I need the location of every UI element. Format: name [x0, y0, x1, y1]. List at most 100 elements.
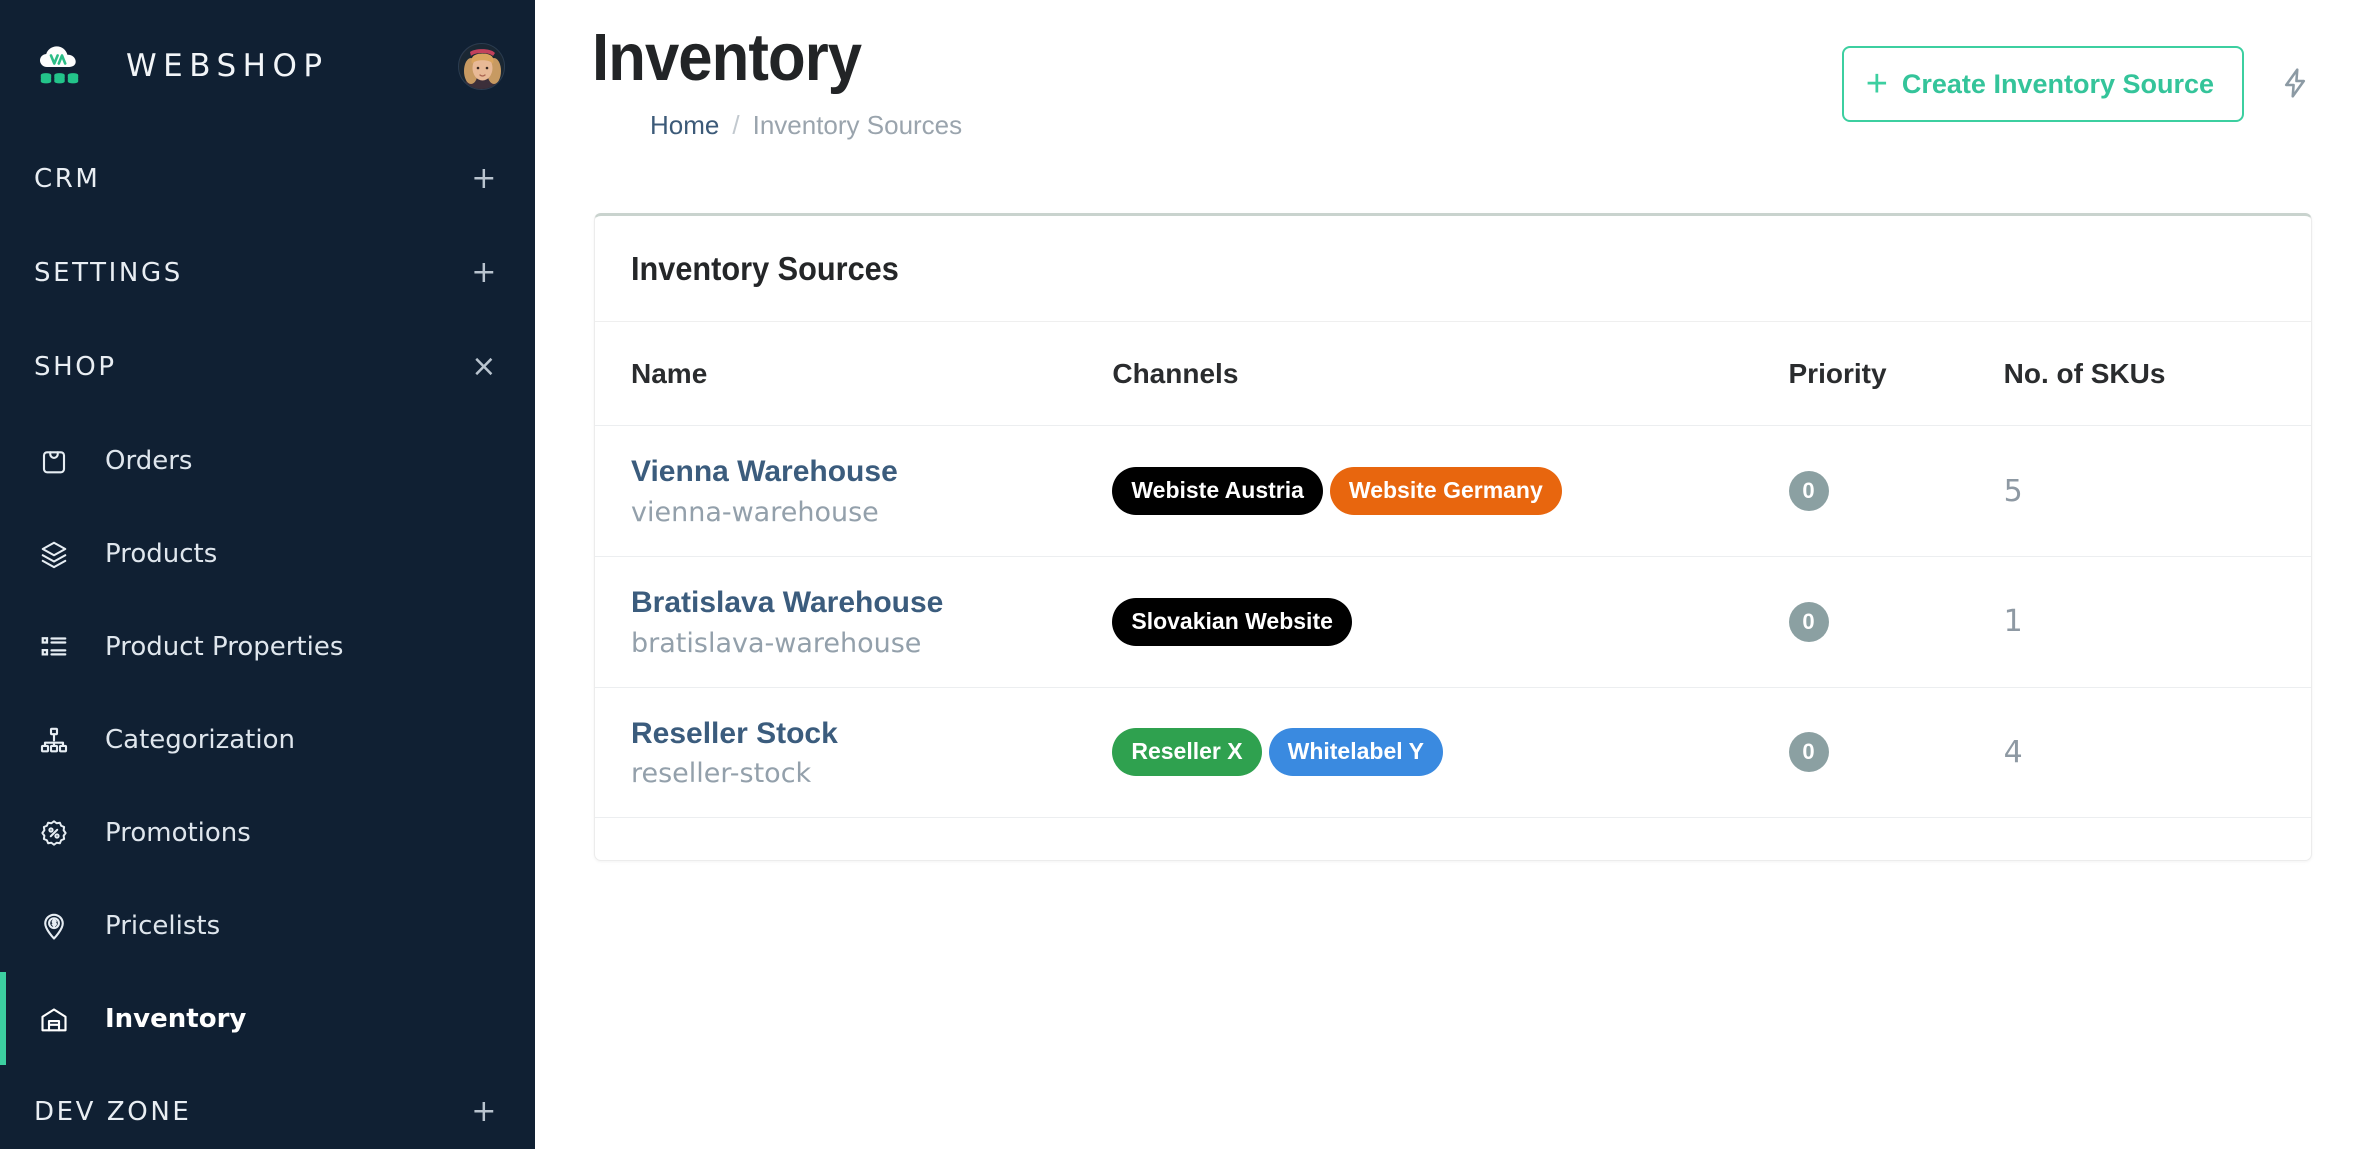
sidebar-group-crm-label: CRM: [34, 164, 101, 194]
cell-priority: 0: [1788, 687, 2004, 819]
channel-chip[interactable]: Website Germany: [1329, 467, 1562, 516]
source-code: vienna-warehouse: [631, 496, 879, 528]
app-root: WEBSHOP CRM + SETTINGS + SHOP × Orders P…: [0, 0, 2354, 1149]
plus-icon: +: [471, 1094, 499, 1129]
breadcrumb-current: Inventory Sources: [752, 110, 963, 141]
cell-channels: Slovakian Website: [1112, 556, 1789, 688]
table-row[interactable]: Reseller Stock reseller-stock Reseller X…: [595, 687, 2311, 819]
sidebar-group-dev-zone[interactable]: DEV ZONE +: [0, 1065, 535, 1149]
table-row[interactable]: Vienna Warehouse vienna-warehouse Webist…: [595, 425, 2311, 557]
table-body: Vienna Warehouse vienna-warehouse Webist…: [595, 425, 2311, 819]
avatar[interactable]: [458, 42, 505, 90]
cell-name: Vienna Warehouse vienna-warehouse: [595, 425, 1113, 557]
sidebar-item-label: Products: [105, 538, 218, 569]
sidebar-group-shop[interactable]: SHOP ×: [0, 320, 535, 414]
source-code: bratislava-warehouse: [631, 627, 922, 659]
warehouse-icon: [34, 999, 74, 1039]
channel-chip-list: Slovakian Website: [1112, 597, 1788, 646]
sidebar-group-settings-label: SETTINGS: [34, 258, 183, 288]
sku-count: 5: [2003, 473, 2023, 509]
channel-chip[interactable]: Reseller X: [1112, 728, 1262, 777]
cell-skus: 4: [2003, 687, 2311, 819]
plus-icon: +: [471, 255, 499, 290]
column-header-priority: Priority: [1788, 322, 2004, 427]
sidebar-item-label: Pricelists: [105, 910, 221, 941]
create-inventory-source-button[interactable]: + Create Inventory Source: [1841, 46, 2244, 122]
page-header-left: Inventory Home / Inventory Sources: [592, 20, 962, 141]
channel-chip-list: Reseller X Whitelabel Y: [1112, 728, 1788, 777]
card-footer: [595, 818, 2311, 860]
table-head: Name Channels Priority No. of SKUs: [595, 322, 2311, 427]
breadcrumb-home[interactable]: Home: [650, 110, 719, 141]
source-code: reseller-stock: [631, 758, 812, 790]
sku-count: 4: [2003, 734, 2023, 770]
plus-icon: +: [1865, 63, 1888, 105]
source-name-link[interactable]: Vienna Warehouse: [631, 454, 1112, 491]
sidebar-item-label: Promotions: [105, 817, 251, 848]
sidebar-item-label: Product Properties: [105, 631, 344, 662]
sitemap-icon: [34, 720, 74, 760]
column-header-channels: Channels: [1112, 322, 1789, 427]
priority-badge: 0: [1788, 732, 1829, 773]
priority-badge: 0: [1788, 601, 1829, 642]
sidebar: WEBSHOP CRM + SETTINGS + SHOP × Orders P…: [0, 0, 535, 1149]
cell-priority: 0: [1788, 556, 2004, 688]
card-header: Inventory Sources: [595, 216, 2311, 323]
channel-chip[interactable]: Whitelabel Y: [1268, 728, 1443, 777]
layers-icon: [34, 534, 74, 574]
channel-chip[interactable]: Slovakian Website: [1112, 597, 1352, 646]
page-title: Inventory: [592, 20, 862, 95]
plus-icon: +: [471, 161, 499, 196]
brand-header: WEBSHOP: [0, 0, 535, 132]
shopping-bag-icon: [34, 441, 74, 481]
cell-name: Bratislava Warehouse bratislava-warehous…: [595, 556, 1113, 688]
sidebar-group-shop-label: SHOP: [34, 352, 117, 382]
sidebar-item-product-properties[interactable]: Product Properties: [0, 600, 535, 693]
cell-skus: 1: [2003, 556, 2311, 688]
channel-chip-list: Webiste Austria Website Germany: [1112, 467, 1788, 516]
sidebar-group-dev-zone-label: DEV ZONE: [34, 1097, 192, 1127]
channel-chip[interactable]: Webiste Austria: [1112, 467, 1323, 516]
sidebar-item-label: Inventory: [105, 1003, 247, 1034]
percent-badge-icon: [34, 813, 74, 853]
cell-channels: Webiste Austria Website Germany: [1112, 425, 1789, 557]
sidebar-item-label: Orders: [105, 445, 193, 476]
main-content: Inventory Home / Inventory Sources + Cre…: [535, 0, 2354, 1149]
page-header: Inventory Home / Inventory Sources + Cre…: [535, 0, 2354, 141]
cell-skus: 5: [2003, 425, 2311, 557]
sidebar-group-crm[interactable]: CRM +: [0, 132, 535, 226]
table-header-row: Name Channels Priority No. of SKUs: [595, 322, 2311, 427]
list-detail-icon: [34, 627, 74, 667]
card-title: Inventory Sources: [631, 250, 899, 288]
inventory-sources-card: Inventory Sources Name Channels Priority…: [594, 213, 2312, 862]
source-name-link[interactable]: Reseller Stock: [631, 716, 1112, 753]
source-name-link[interactable]: Bratislava Warehouse: [631, 585, 1112, 622]
sku-count: 1: [2003, 604, 2023, 640]
price-pin-icon: [34, 906, 74, 946]
column-header-name: Name: [595, 322, 1113, 427]
breadcrumb-separator: /: [732, 110, 740, 141]
cell-priority: 0: [1788, 425, 2004, 557]
header-actions: + Create Inventory Source: [1841, 22, 2318, 122]
create-inventory-source-label: Create Inventory Source: [1901, 68, 2214, 99]
lightning-bolt-button[interactable]: [2272, 61, 2318, 107]
sidebar-item-inventory[interactable]: Inventory: [0, 972, 535, 1065]
column-header-skus: No. of SKUs: [2003, 322, 2311, 427]
brand-name: WEBSHOP: [126, 48, 329, 84]
sidebar-item-label: Categorization: [105, 724, 295, 755]
close-icon: ×: [471, 349, 499, 384]
inventory-sources-table: Name Channels Priority No. of SKUs Vienn…: [595, 322, 2311, 819]
breadcrumb: Home / Inventory Sources: [650, 110, 962, 141]
lightning-bolt-icon: [2278, 66, 2312, 103]
sidebar-item-promotions[interactable]: Promotions: [0, 786, 535, 879]
cloud-database-logo: [34, 40, 86, 92]
sidebar-item-products[interactable]: Products: [0, 507, 535, 600]
cell-name: Reseller Stock reseller-stock: [595, 687, 1113, 819]
table-row[interactable]: Bratislava Warehouse bratislava-warehous…: [595, 556, 2311, 688]
sidebar-item-pricelists[interactable]: Pricelists: [0, 879, 535, 972]
sidebar-item-categorization[interactable]: Categorization: [0, 693, 535, 786]
cell-channels: Reseller X Whitelabel Y: [1112, 687, 1789, 819]
priority-badge: 0: [1788, 471, 1829, 512]
sidebar-group-settings[interactable]: SETTINGS +: [0, 226, 535, 320]
sidebar-item-orders[interactable]: Orders: [0, 414, 535, 507]
